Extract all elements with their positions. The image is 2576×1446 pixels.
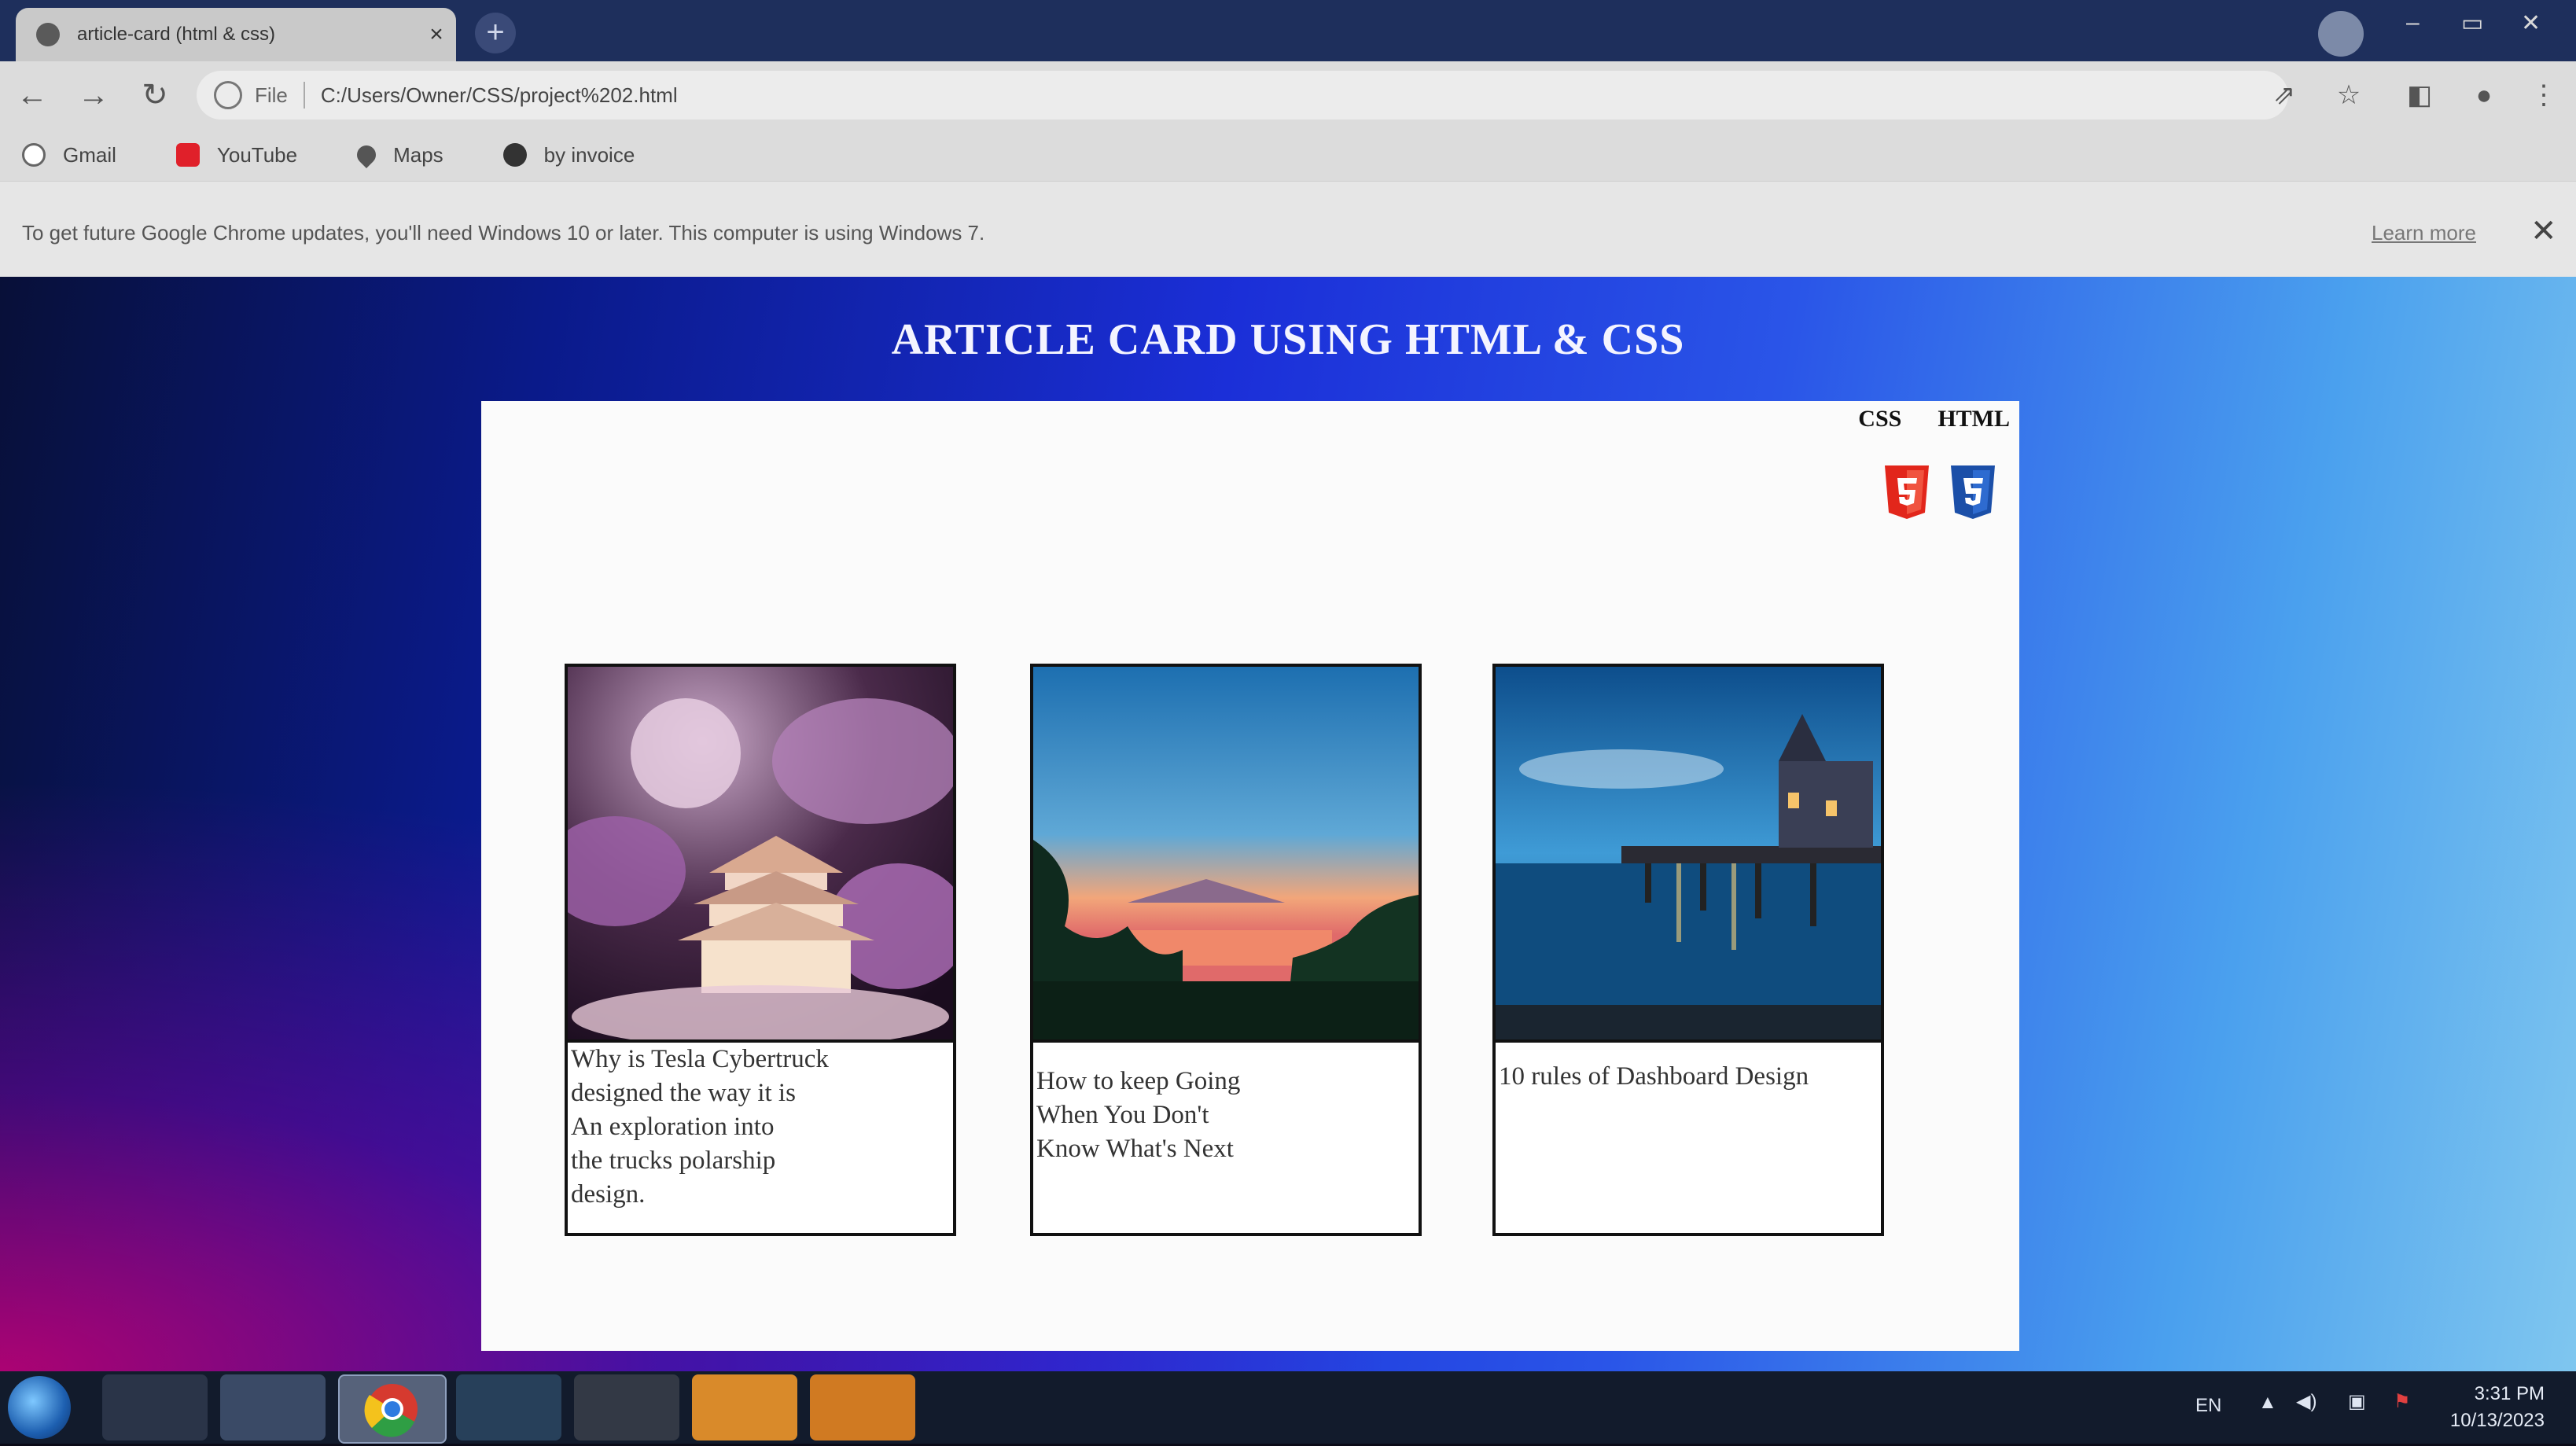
card-title: Why is Tesla Cybertruck designed the way…: [571, 1045, 829, 1209]
share-icon[interactable]: ⇗: [2265, 75, 2304, 115]
menu-kebab-icon[interactable]: ⋮: [2524, 75, 2563, 115]
html-label: HTML: [1938, 406, 2010, 432]
bookmark-invoice[interactable]: by invoice: [502, 142, 635, 167]
bookmark-youtube[interactable]: YouTube: [175, 142, 298, 167]
new-tab-button[interactable]: +: [475, 13, 516, 53]
content-panel: CSS HTML Why is Tesla Cybertruck designe…: [481, 401, 2019, 1351]
learn-more-link[interactable]: Learn more: [2372, 221, 2476, 245]
language-indicator[interactable]: EN: [2195, 1395, 2221, 1417]
system-clock[interactable]: 3:31 PM 10/13/2023: [2450, 1381, 2545, 1434]
back-arrow-icon[interactable]: ←: [11, 74, 53, 116]
browser-toolbar: ← → ↻ File C:/Users/Owner/CSS/project%20…: [0, 61, 2576, 129]
maps-pin-icon: [353, 142, 381, 168]
address-bar[interactable]: File C:/Users/Owner/CSS/project%202.html: [197, 71, 2288, 120]
side-panel-icon[interactable]: ◧: [2400, 75, 2439, 115]
profile-avatar-icon[interactable]: [2318, 11, 2364, 57]
article-card[interactable]: 10 rules of Dashboard Design: [1492, 664, 1884, 1236]
folder-icon[interactable]: [692, 1374, 797, 1440]
start-button-icon[interactable]: [8, 1376, 71, 1439]
css3-icon: [1951, 465, 1995, 519]
volume-icon[interactable]: ◀): [2296, 1390, 2317, 1413]
browser-tab[interactable]: article-card (html & css) ×: [16, 8, 456, 61]
bookmark-maps[interactable]: Maps: [353, 142, 443, 168]
css-label: CSS: [1858, 406, 1902, 432]
bookmark-label: YouTube: [216, 142, 298, 167]
bookmarks-bar: Gmail YouTube Maps by invoice: [0, 129, 2576, 181]
address-divider: [303, 82, 305, 109]
forward-arrow-icon[interactable]: →: [72, 74, 115, 116]
action-center-flag-icon[interactable]: ⚑: [2394, 1390, 2411, 1413]
infobar-message: To get future Google Chrome updates, you…: [22, 221, 985, 245]
media-player-icon[interactable]: [102, 1374, 208, 1440]
bookmark-label: by invoice: [543, 142, 635, 167]
sunset-lake-image: [1033, 667, 1419, 1043]
language-labels: CSS HTML: [1822, 406, 2010, 432]
file-explorer-icon[interactable]: [220, 1374, 326, 1440]
tab-strip: article-card (html & css) × + – ▭ ✕: [0, 0, 2576, 61]
page-title: ARTICLE CARD USING HTML & CSS: [891, 315, 1685, 364]
network-icon[interactable]: ▣: [2348, 1390, 2366, 1413]
warning-app-icon[interactable]: [810, 1374, 915, 1440]
sublime-text-icon[interactable]: [574, 1374, 679, 1440]
maximize-icon[interactable]: ▭: [2461, 9, 2483, 37]
bookmark-label: Maps: [393, 142, 443, 167]
update-infobar: To get future Google Chrome updates, you…: [0, 181, 2576, 278]
fantasy-pagoda-image: [568, 667, 953, 1043]
article-card[interactable]: How to keep Going When You Don't Know Wh…: [1030, 664, 1422, 1236]
reload-icon[interactable]: ↻: [134, 74, 176, 116]
windows-taskbar: EN ▲ ◀) ▣ ⚑ 3:31 PM 10/13/2023: [0, 1371, 2576, 1444]
clock-time: 3:31 PM: [2474, 1383, 2545, 1404]
window-close-icon[interactable]: ✕: [2521, 9, 2541, 37]
google-icon: [22, 143, 46, 167]
site-info-icon[interactable]: [214, 81, 242, 109]
address-scheme: File: [255, 83, 288, 107]
infobar-close-icon[interactable]: ✕: [2530, 213, 2557, 249]
clock-date: 10/13/2023: [2449, 1410, 2545, 1431]
page-viewport: ARTICLE CARD USING HTML & CSS CSS HTML W…: [0, 277, 2576, 1371]
bookmark-label: Gmail: [63, 142, 116, 167]
minimize-icon[interactable]: –: [2406, 9, 2420, 36]
address-url[interactable]: C:/Users/Owner/CSS/project%202.html: [321, 83, 678, 108]
account-icon[interactable]: ●: [2464, 75, 2504, 115]
article-card[interactable]: Why is Tesla Cybertruck designed the way…: [565, 664, 956, 1236]
chrome-icon[interactable]: [338, 1374, 447, 1444]
notepad-icon[interactable]: [456, 1374, 561, 1440]
bookmark-star-icon[interactable]: ☆: [2329, 75, 2368, 115]
card-title: How to keep Going When You Don't Know Wh…: [1036, 1067, 1241, 1163]
bookmark-gmail[interactable]: Gmail: [22, 143, 116, 167]
card-title: 10 rules of Dashboard Design: [1499, 1062, 1809, 1091]
tray-up-arrow-icon[interactable]: ▲: [2258, 1392, 2277, 1414]
html5-icon: [1885, 465, 1929, 519]
youtube-icon: [175, 143, 200, 167]
globe-icon: [502, 143, 527, 167]
tab-close-icon[interactable]: ×: [417, 21, 456, 48]
tab-title: article-card (html & css): [77, 24, 276, 45]
tab-favicon-icon: [36, 23, 60, 46]
pier-seaside-image: [1496, 667, 1881, 1043]
